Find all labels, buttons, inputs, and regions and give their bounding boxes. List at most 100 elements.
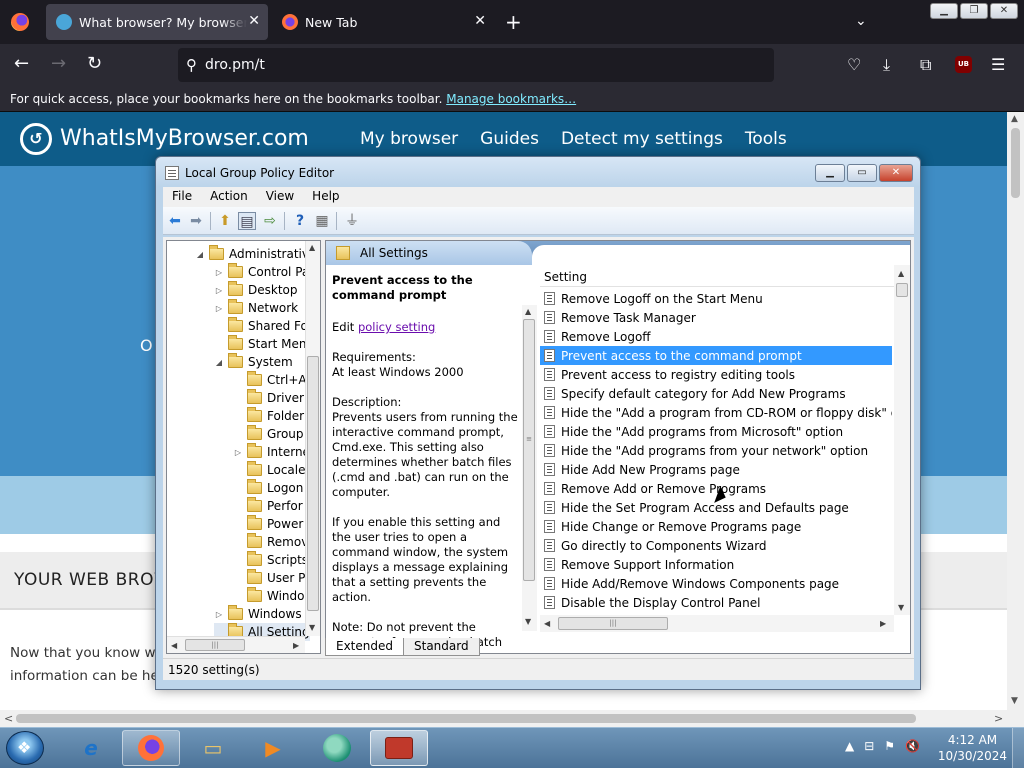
tree-vertical-scrollbar[interactable]: ▲ ▼ xyxy=(305,241,320,636)
window-titlebar[interactable]: Local Group Policy Editor ▁ ▭ ✕ xyxy=(156,157,920,187)
scroll-thumb[interactable]: ≡ xyxy=(523,319,535,581)
tab-whatismybrowser[interactable]: What browser? My browser? Is ✕ xyxy=(46,4,268,40)
menu-action[interactable]: Action xyxy=(201,187,257,207)
help-icon[interactable]: ? xyxy=(291,212,309,230)
scroll-up-icon[interactable]: ▲ xyxy=(898,269,904,278)
export-list-icon[interactable]: ⇨ xyxy=(261,212,279,230)
tab-extended[interactable]: Extended xyxy=(325,638,404,656)
forward-icon[interactable]: ➡ xyxy=(187,212,205,230)
list-horizontal-scrollbar[interactable]: ◀ ||| ▶ xyxy=(540,615,894,632)
network-icon[interactable]: ⊟ xyxy=(864,739,874,753)
nav-tools[interactable]: Tools xyxy=(745,129,787,149)
setting-row[interactable]: Prevent access to registry editing tools xyxy=(540,365,892,384)
tree-item[interactable]: Ctrl+A xyxy=(233,371,307,389)
setting-row[interactable]: Hide the "Add programs from Microsoft" o… xyxy=(540,422,892,441)
filter-icon[interactable]: ⏚ xyxy=(343,212,361,230)
expand-toggle-icon[interactable]: ◢ xyxy=(195,250,205,259)
scroll-left-icon[interactable]: ◀ xyxy=(171,641,177,650)
site-brand[interactable]: WhatIsMyBrowser.com xyxy=(60,126,309,151)
close-button[interactable]: ✕ xyxy=(879,164,913,182)
setting-row[interactable]: Hide Change or Remove Programs page xyxy=(540,517,892,536)
whatismybrowser-logo-icon[interactable]: ↺ xyxy=(20,123,52,155)
expand-toggle-icon[interactable]: ▷ xyxy=(214,610,224,619)
toolbox-app-icon[interactable] xyxy=(370,730,428,766)
policy-setting-link[interactable]: policy setting xyxy=(358,320,435,334)
scroll-down-icon[interactable]: ▼ xyxy=(898,603,904,612)
setting-row[interactable]: Prevent access to the command prompt xyxy=(540,346,892,365)
media-player-icon[interactable]: ▶ xyxy=(244,730,302,766)
tree-item[interactable]: ▷ Windows xyxy=(214,605,302,623)
tree-item[interactable]: ◢ System xyxy=(214,353,293,371)
tree-item[interactable]: Start Menu xyxy=(214,335,314,353)
internet-explorer-icon[interactable]: e xyxy=(62,730,120,766)
setting-row[interactable]: Go directly to Components Wizard xyxy=(540,536,892,555)
scroll-up-icon[interactable]: ▲ xyxy=(525,307,531,316)
setting-row[interactable]: Disable the Display Control Panel xyxy=(540,593,892,612)
tree-item[interactable]: Locale xyxy=(233,461,305,479)
ublock-origin-icon[interactable]: UB xyxy=(955,56,972,73)
tree-item[interactable]: Power xyxy=(233,515,303,533)
scroll-thumb[interactable]: ||| xyxy=(185,639,245,651)
scroll-thumb[interactable] xyxy=(16,714,916,723)
scroll-thumb[interactable] xyxy=(1011,128,1020,198)
scroll-thumb[interactable]: ||| xyxy=(558,617,668,630)
reload-icon[interactable]: ↻ xyxy=(87,53,102,74)
nav-guides[interactable]: Guides xyxy=(480,129,539,149)
volume-muted-icon[interactable]: 🔇 xyxy=(905,739,920,753)
expand-toggle-icon[interactable]: ▷ xyxy=(214,268,224,277)
properties-icon[interactable]: ▦ xyxy=(313,212,331,230)
scroll-up-icon[interactable]: ▲ xyxy=(1011,114,1018,124)
clock[interactable]: 4:12 AM 10/30/2024 xyxy=(935,732,1010,764)
forward-icon[interactable]: → xyxy=(51,53,66,74)
manage-bookmarks-link[interactable]: Manage bookmarks… xyxy=(446,92,576,106)
setting-row[interactable]: Hide Add/Remove Windows Components page xyxy=(540,574,892,593)
expand-toggle-icon[interactable]: ▷ xyxy=(233,448,243,457)
page-horizontal-scrollbar[interactable]: < > xyxy=(0,710,1024,727)
show-hidden-icons-icon[interactable]: ▲ xyxy=(845,739,854,753)
menu-help[interactable]: Help xyxy=(303,187,348,207)
firefox-view-icon[interactable] xyxy=(11,13,29,31)
tree-item[interactable]: ▷ Network xyxy=(214,299,298,317)
setting-row[interactable]: Hide the "Add programs from your network… xyxy=(540,441,892,460)
close-window-button[interactable]: ✕ xyxy=(990,3,1018,19)
tree-item[interactable]: ▷ Desktop xyxy=(214,281,298,299)
list-all-tabs-icon[interactable]: ⌄ xyxy=(855,13,867,29)
setting-row[interactable]: Remove Support Information xyxy=(540,555,892,574)
setting-row[interactable]: Hide Add New Programs page xyxy=(540,460,892,479)
scroll-up-icon[interactable]: ▲ xyxy=(309,243,315,252)
minimize-button[interactable]: ▁ xyxy=(815,164,845,182)
tree-item[interactable]: Remov xyxy=(233,533,308,551)
tree-item[interactable]: ◢ Administrativ xyxy=(195,245,309,263)
back-icon[interactable]: ← xyxy=(14,53,29,74)
list-vertical-scrollbar[interactable]: ▲ ▼ xyxy=(894,265,910,615)
tree-item[interactable]: Windo xyxy=(233,587,305,605)
tree-item[interactable]: Perfor xyxy=(233,497,303,515)
nav-detect-settings[interactable]: Detect my settings xyxy=(561,129,723,149)
setting-row[interactable]: Remove Logoff on the Start Menu xyxy=(540,289,892,308)
up-folder-icon[interactable]: ⬆ xyxy=(216,212,234,230)
menu-file[interactable]: File xyxy=(163,187,201,207)
scroll-down-icon[interactable]: ▼ xyxy=(525,617,531,626)
tree-item[interactable]: User Pr xyxy=(233,569,310,587)
description-scrollbar[interactable]: ▲ ≡ ▼ xyxy=(522,305,537,631)
show-desktop-button[interactable] xyxy=(1012,728,1024,768)
extensions-icon[interactable]: ⧉ xyxy=(920,55,931,75)
setting-row[interactable]: Hide the "Add a program from CD-ROM or f… xyxy=(540,403,892,422)
tab-close-icon[interactable]: ✕ xyxy=(248,13,260,29)
nav-my-browser[interactable]: My browser xyxy=(360,129,458,149)
scroll-down-icon[interactable]: ▼ xyxy=(309,623,315,632)
downloads-icon[interactable]: ⤓ xyxy=(883,55,890,75)
tree-item[interactable]: Folder xyxy=(233,407,304,425)
menu-view[interactable]: View xyxy=(257,187,303,207)
maximize-button[interactable]: ▭ xyxy=(847,164,877,182)
tree-item[interactable]: Driver xyxy=(233,389,304,407)
restore-button[interactable]: ❐ xyxy=(960,3,988,19)
new-tab-button[interactable]: + xyxy=(505,10,522,34)
setting-row[interactable]: Remove Logoff xyxy=(540,327,892,346)
show-hide-console-tree-icon[interactable]: ▤ xyxy=(238,212,256,230)
tree-item[interactable]: Scripts xyxy=(233,551,308,569)
firefox-taskbar-icon[interactable] xyxy=(122,730,180,766)
back-icon[interactable]: ⬅ xyxy=(166,212,184,230)
expand-toggle-icon[interactable]: ▷ xyxy=(214,286,224,295)
expand-toggle-icon[interactable]: ◢ xyxy=(214,358,224,367)
